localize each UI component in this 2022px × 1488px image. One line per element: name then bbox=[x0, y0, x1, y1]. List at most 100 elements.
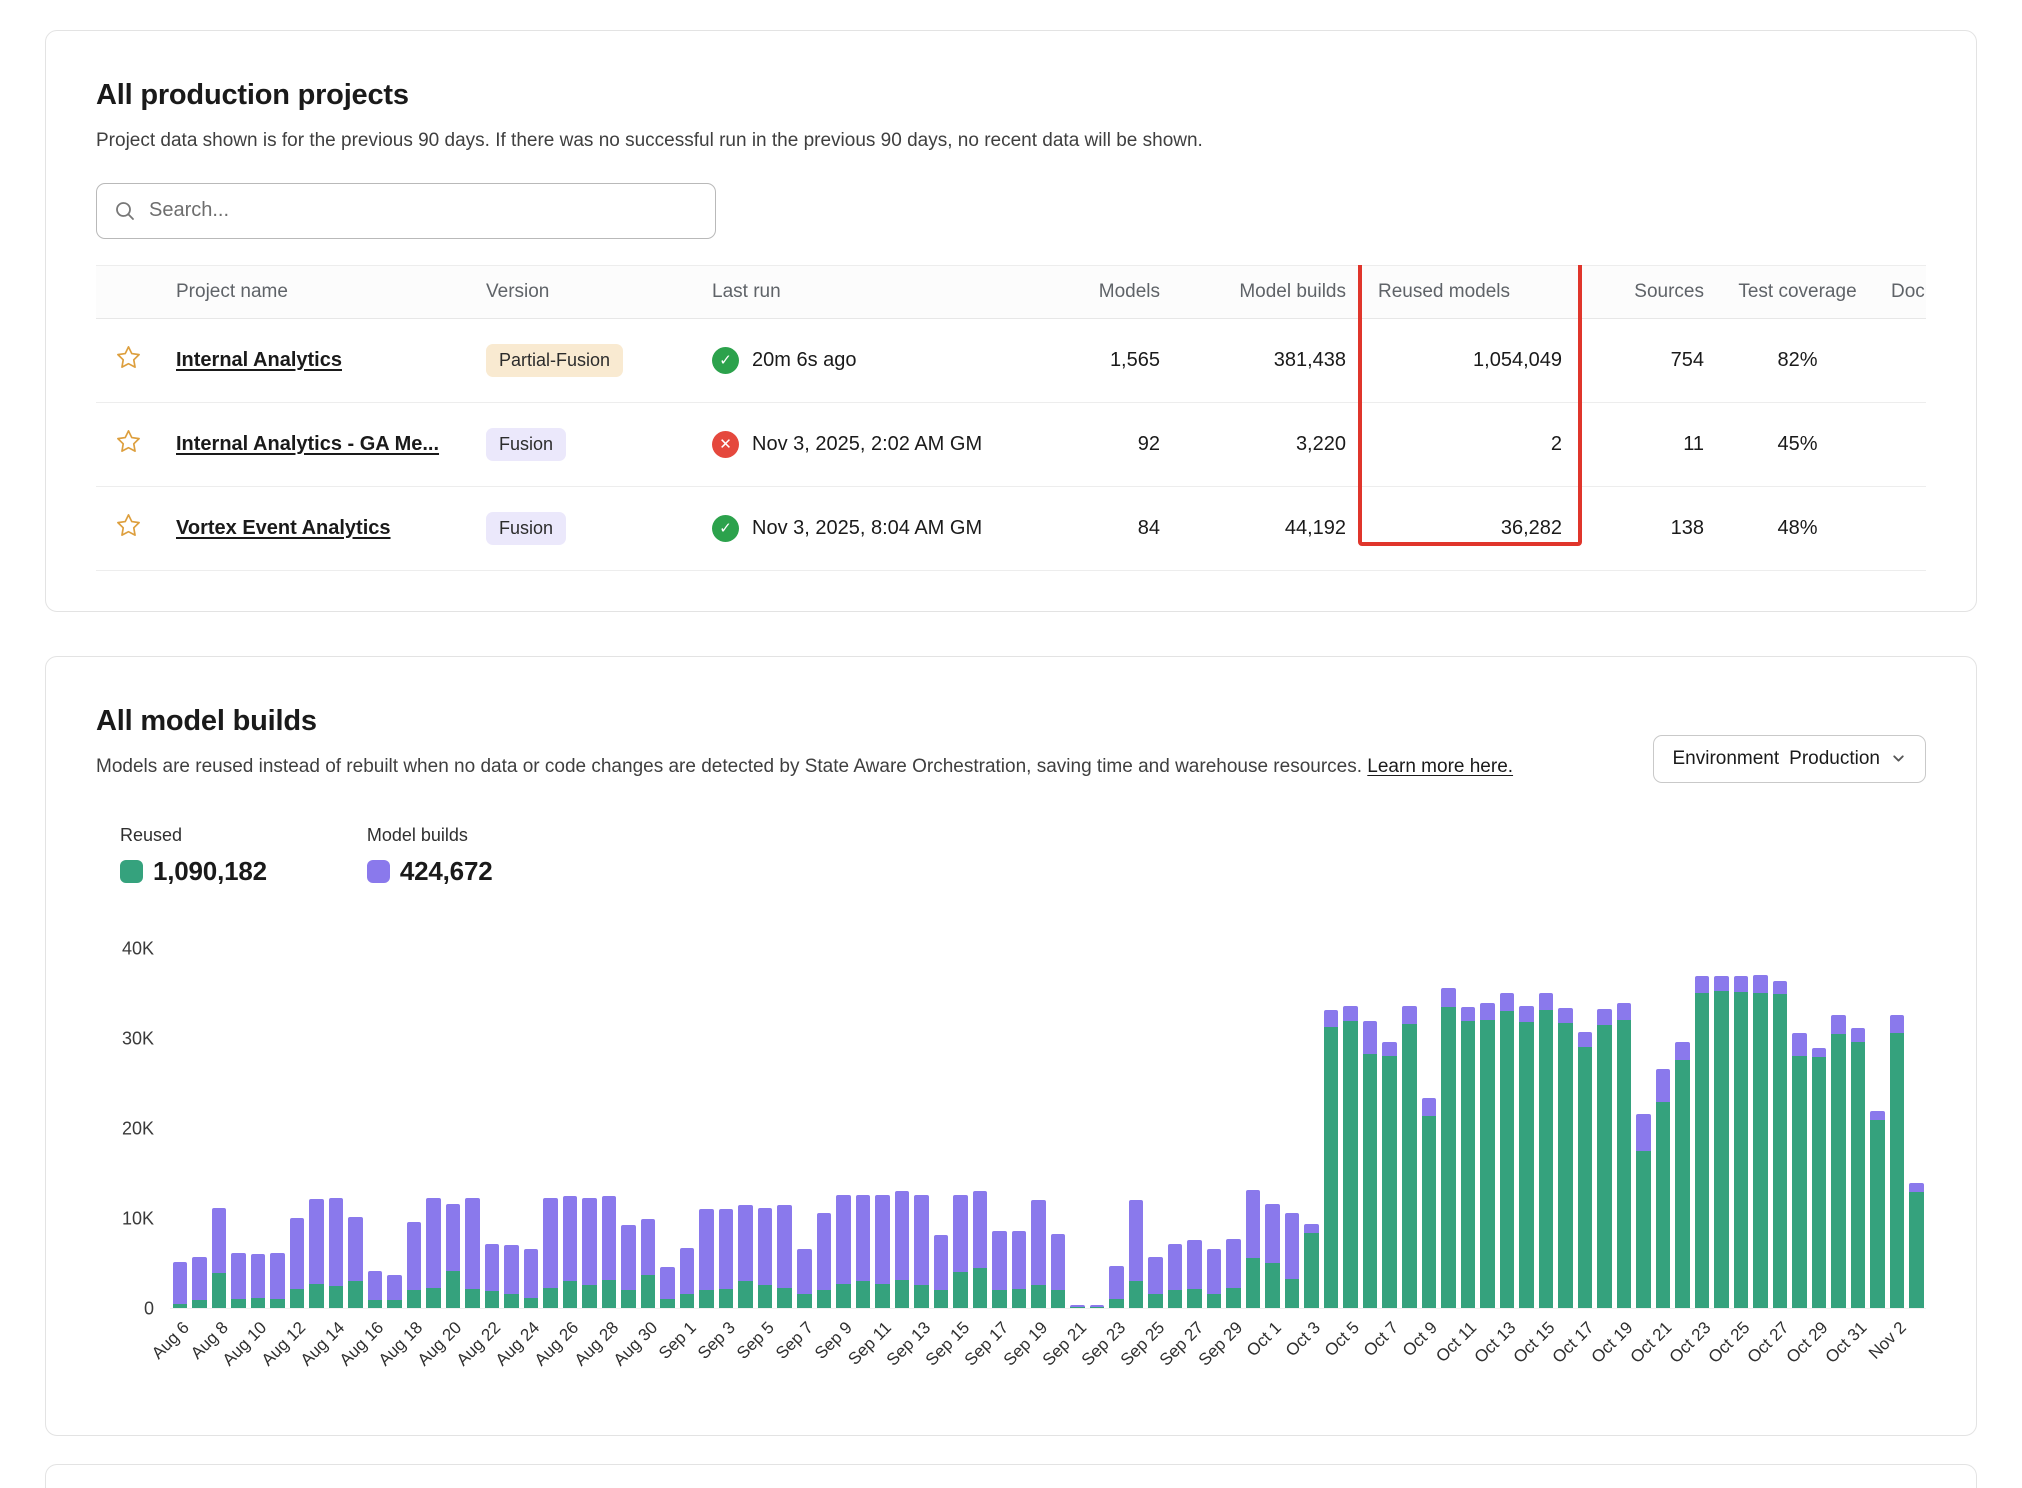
bar-oct-22[interactable] bbox=[1675, 949, 1690, 1308]
bar-oct-29[interactable]: Oct 29 bbox=[1812, 949, 1827, 1308]
bar-aug-23[interactable] bbox=[504, 949, 519, 1308]
bar-sep-3[interactable]: Sep 3 bbox=[719, 949, 734, 1308]
bar-sep-13[interactable]: Sep 13 bbox=[914, 949, 929, 1308]
bar-nov-2[interactable]: Nov 2 bbox=[1890, 949, 1905, 1308]
bar-oct-2[interactable] bbox=[1285, 949, 1300, 1308]
bar-oct-16[interactable] bbox=[1558, 949, 1573, 1308]
bar-aug-19[interactable] bbox=[426, 949, 441, 1308]
bar-oct-14[interactable] bbox=[1519, 949, 1534, 1308]
bar-oct-20[interactable] bbox=[1636, 949, 1651, 1308]
bar-sep-18[interactable] bbox=[1012, 949, 1027, 1308]
environment-select[interactable]: Environment Production bbox=[1653, 735, 1926, 783]
search-input[interactable] bbox=[149, 199, 699, 222]
bar-sep-19[interactable]: Sep 19 bbox=[1031, 949, 1046, 1308]
bar-aug-26[interactable]: Aug 26 bbox=[563, 949, 578, 1308]
table-row[interactable]: Vortex Event Analytics Fusion ✓Nov 3, 20… bbox=[96, 486, 1926, 570]
bar-oct-26[interactable] bbox=[1753, 949, 1768, 1308]
bar-aug-15[interactable] bbox=[348, 949, 363, 1308]
bar-oct-3[interactable]: Oct 3 bbox=[1304, 949, 1319, 1308]
bar-sep-20[interactable] bbox=[1051, 949, 1066, 1308]
learn-more-link[interactable]: Learn more here. bbox=[1367, 756, 1513, 777]
bar-sep-23[interactable]: Sep 23 bbox=[1109, 949, 1124, 1308]
bar-oct-15[interactable]: Oct 15 bbox=[1539, 949, 1554, 1308]
bar-oct-18[interactable] bbox=[1597, 949, 1612, 1308]
project-link[interactable]: Internal Analytics - GA Me... bbox=[176, 433, 439, 455]
bar-oct-21[interactable]: Oct 21 bbox=[1656, 949, 1671, 1308]
bar-oct-23[interactable]: Oct 23 bbox=[1695, 949, 1710, 1308]
bar-aug-20[interactable]: Aug 20 bbox=[446, 949, 461, 1308]
bar-nov-1[interactable] bbox=[1870, 949, 1885, 1308]
bar-aug-27[interactable] bbox=[582, 949, 597, 1308]
bar-aug-18[interactable]: Aug 18 bbox=[407, 949, 422, 1308]
bar-oct-11[interactable]: Oct 11 bbox=[1461, 949, 1476, 1308]
bar-sep-16[interactable] bbox=[973, 949, 988, 1308]
bar-sep-15[interactable]: Sep 15 bbox=[953, 949, 968, 1308]
bar-oct-5[interactable]: Oct 5 bbox=[1343, 949, 1358, 1308]
bar-oct-4[interactable] bbox=[1324, 949, 1339, 1308]
bar-aug-28[interactable]: Aug 28 bbox=[602, 949, 617, 1308]
bar-oct-27[interactable]: Oct 27 bbox=[1773, 949, 1788, 1308]
bar-sep-26[interactable] bbox=[1168, 949, 1183, 1308]
bar-oct-8[interactable] bbox=[1402, 949, 1417, 1308]
bar-aug-22[interactable]: Aug 22 bbox=[485, 949, 500, 1308]
bar-sep-9[interactable]: Sep 9 bbox=[836, 949, 851, 1308]
bar-sep-25[interactable]: Sep 25 bbox=[1148, 949, 1163, 1308]
bar-aug-31[interactable] bbox=[660, 949, 675, 1308]
bar-oct-30[interactable] bbox=[1831, 949, 1846, 1308]
bar-sep-27[interactable]: Sep 27 bbox=[1187, 949, 1202, 1308]
bar-aug-25[interactable] bbox=[543, 949, 558, 1308]
bar-sep-14[interactable] bbox=[934, 949, 949, 1308]
bar-oct-31[interactable]: Oct 31 bbox=[1851, 949, 1866, 1308]
bar-sep-4[interactable] bbox=[738, 949, 753, 1308]
bar-aug-9[interactable] bbox=[231, 949, 246, 1308]
bar-sep-22[interactable] bbox=[1090, 949, 1105, 1308]
bar-oct-13[interactable]: Oct 13 bbox=[1500, 949, 1515, 1308]
bar-sep-2[interactable] bbox=[699, 949, 714, 1308]
bar-aug-14[interactable]: Aug 14 bbox=[329, 949, 344, 1308]
bar-sep-21[interactable]: Sep 21 bbox=[1070, 949, 1085, 1308]
favorite-star-icon[interactable] bbox=[115, 344, 142, 371]
bar-aug-21[interactable] bbox=[465, 949, 480, 1308]
table-row[interactable]: Internal Analytics - GA Me... Fusion ✕No… bbox=[96, 402, 1926, 486]
bar-aug-24[interactable]: Aug 24 bbox=[524, 949, 539, 1308]
bar-oct-17[interactable]: Oct 17 bbox=[1578, 949, 1593, 1308]
bar-sep-5[interactable]: Sep 5 bbox=[758, 949, 773, 1308]
bar-aug-7[interactable] bbox=[192, 949, 207, 1308]
bar-oct-6[interactable] bbox=[1363, 949, 1378, 1308]
bar-oct-1[interactable]: Oct 1 bbox=[1265, 949, 1280, 1308]
bar-aug-6[interactable]: Aug 6 bbox=[173, 949, 188, 1308]
bar-oct-12[interactable] bbox=[1480, 949, 1495, 1308]
bar-sep-7[interactable]: Sep 7 bbox=[797, 949, 812, 1308]
favorite-star-icon[interactable] bbox=[115, 428, 142, 455]
bar-sep-24[interactable] bbox=[1129, 949, 1144, 1308]
bar-aug-29[interactable] bbox=[621, 949, 636, 1308]
project-link[interactable]: Internal Analytics bbox=[176, 349, 342, 371]
bar-sep-1[interactable]: Sep 1 bbox=[680, 949, 695, 1308]
bar-aug-30[interactable]: Aug 30 bbox=[641, 949, 656, 1308]
bar-aug-11[interactable] bbox=[270, 949, 285, 1308]
bar-sep-10[interactable] bbox=[856, 949, 871, 1308]
bar-aug-8[interactable]: Aug 8 bbox=[212, 949, 227, 1308]
bar-sep-8[interactable] bbox=[817, 949, 832, 1308]
bar-oct-9[interactable]: Oct 9 bbox=[1422, 949, 1437, 1308]
bar-oct-25[interactable]: Oct 25 bbox=[1734, 949, 1749, 1308]
bar-aug-16[interactable]: Aug 16 bbox=[368, 949, 383, 1308]
bar-aug-13[interactable] bbox=[309, 949, 324, 1308]
bar-sep-6[interactable] bbox=[777, 949, 792, 1308]
bar-aug-10[interactable]: Aug 10 bbox=[251, 949, 266, 1308]
bar-sep-11[interactable]: Sep 11 bbox=[875, 949, 890, 1308]
bar-oct-19[interactable]: Oct 19 bbox=[1617, 949, 1632, 1308]
bar-sep-28[interactable] bbox=[1207, 949, 1222, 1308]
bar-sep-17[interactable]: Sep 17 bbox=[992, 949, 1007, 1308]
bar-sep-12[interactable] bbox=[895, 949, 910, 1308]
project-link[interactable]: Vortex Event Analytics bbox=[176, 517, 391, 539]
bar-oct-7[interactable]: Oct 7 bbox=[1382, 949, 1397, 1308]
bar-nov-3[interactable] bbox=[1909, 949, 1924, 1308]
bar-oct-24[interactable] bbox=[1714, 949, 1729, 1308]
bar-sep-30[interactable] bbox=[1246, 949, 1261, 1308]
bar-oct-28[interactable] bbox=[1792, 949, 1807, 1308]
bar-sep-29[interactable]: Sep 29 bbox=[1226, 949, 1241, 1308]
search-box[interactable] bbox=[96, 183, 716, 239]
bar-oct-10[interactable] bbox=[1441, 949, 1456, 1308]
favorite-star-icon[interactable] bbox=[115, 512, 142, 539]
